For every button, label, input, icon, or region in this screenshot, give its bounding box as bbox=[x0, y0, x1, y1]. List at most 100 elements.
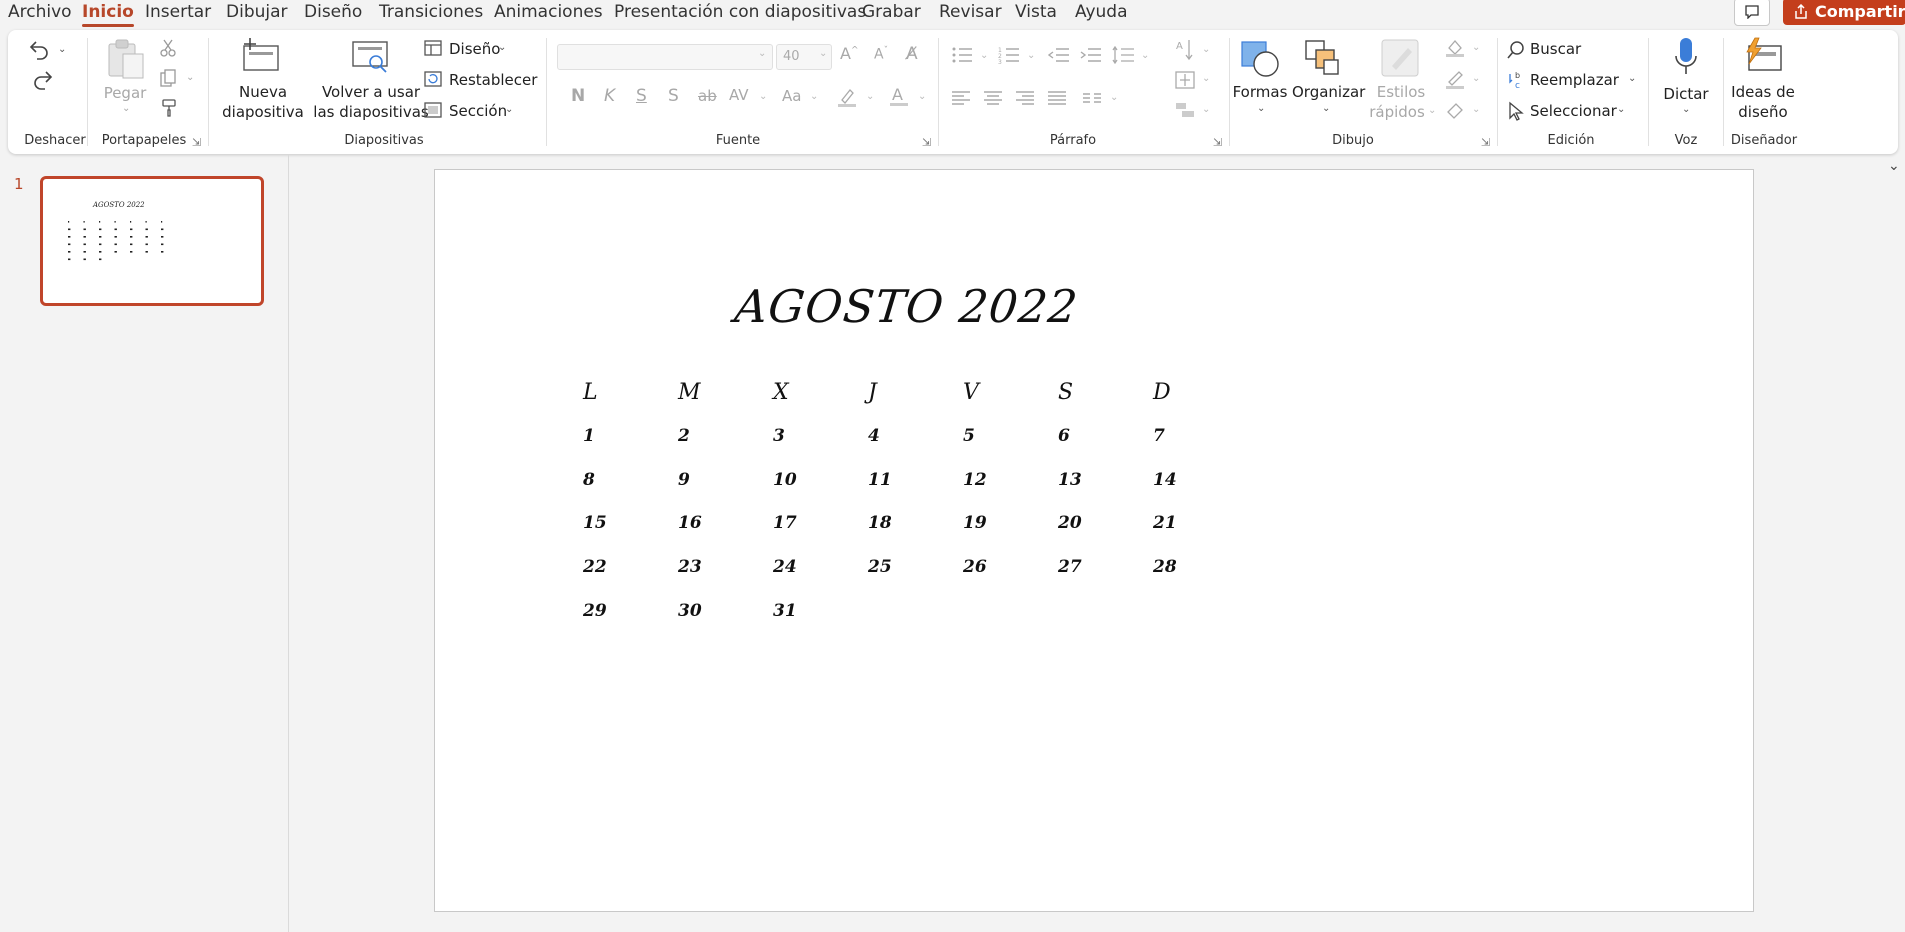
shadow-button[interactable]: S bbox=[668, 86, 679, 106]
bullets-dropdown-icon[interactable]: ⌄ bbox=[980, 50, 988, 61]
slide-canvas[interactable]: AGOSTO 2022 L M X J V S D 1 2 3 4 5 6 7 8 9 10 11 12 13 14 15… bbox=[434, 169, 1754, 912]
find-button[interactable]: Buscar bbox=[1530, 40, 1581, 58]
text-direction-icon[interactable]: A bbox=[1174, 38, 1196, 62]
layout-button[interactable]: Diseño bbox=[449, 40, 500, 58]
section-button[interactable]: Sección bbox=[449, 102, 507, 120]
font-name-dropdown-icon[interactable]: ⌄ bbox=[758, 48, 766, 59]
spacing-dropdown-icon[interactable]: ⌄ bbox=[759, 91, 767, 102]
align-text-icon[interactable] bbox=[1174, 70, 1196, 90]
highlight-dropdown-icon[interactable]: ⌄ bbox=[866, 91, 874, 102]
justify-icon[interactable] bbox=[1047, 90, 1067, 106]
highlight-icon[interactable] bbox=[836, 86, 858, 108]
decrease-indent-icon[interactable] bbox=[1048, 46, 1070, 64]
replace-button[interactable]: Reemplazar bbox=[1530, 71, 1619, 89]
align-center-icon[interactable] bbox=[983, 90, 1003, 106]
increase-indent-icon[interactable] bbox=[1080, 46, 1102, 64]
undo-dropdown-icon[interactable]: ⌄ bbox=[58, 44, 66, 55]
font-name-select[interactable] bbox=[557, 44, 773, 70]
slide-title[interactable]: AGOSTO 2022 bbox=[732, 280, 1080, 333]
new-slide-icon[interactable] bbox=[240, 36, 282, 72]
quick-styles-label-1[interactable]: Estilos bbox=[1368, 82, 1434, 102]
drawing-launcher-icon[interactable]: ⇲ bbox=[1481, 136, 1490, 149]
design-ideas-icon[interactable] bbox=[1741, 36, 1785, 76]
new-slide-label-2[interactable]: diapositiva bbox=[218, 102, 308, 122]
strikethrough-button[interactable]: ab bbox=[698, 87, 717, 105]
slide-thumbnail[interactable]: AGOSTO 2022 bbox=[40, 176, 264, 306]
select-cursor-icon[interactable] bbox=[1506, 101, 1526, 121]
case-dropdown-icon[interactable]: ⌄ bbox=[810, 91, 818, 102]
section-dropdown-icon[interactable]: ⌄ bbox=[505, 104, 513, 115]
italic-button[interactable]: K bbox=[604, 86, 615, 106]
align-text-dropdown-icon[interactable]: ⌄ bbox=[1202, 73, 1210, 84]
layout-icon[interactable] bbox=[424, 40, 442, 56]
bullets-icon[interactable] bbox=[951, 46, 973, 64]
dictate-label[interactable]: Dictar bbox=[1658, 84, 1714, 104]
shapes-label[interactable]: Formas bbox=[1230, 82, 1290, 102]
line-spacing-icon[interactable] bbox=[1112, 46, 1134, 64]
quick-styles-dropdown-icon[interactable]: ⌄ bbox=[1428, 105, 1436, 116]
font-color-icon[interactable]: A bbox=[888, 84, 910, 108]
shape-outline-icon[interactable] bbox=[1444, 70, 1466, 90]
copy-icon[interactable] bbox=[158, 68, 178, 88]
shapes-icon[interactable] bbox=[1238, 38, 1282, 78]
shape-effects-icon[interactable] bbox=[1444, 100, 1466, 120]
replace-icon[interactable]: bc bbox=[1506, 70, 1526, 90]
tab-revisar[interactable]: Revisar bbox=[939, 2, 1002, 22]
tab-archivo[interactable]: Archivo bbox=[8, 2, 72, 22]
select-dropdown-icon[interactable]: ⌄ bbox=[1617, 104, 1625, 115]
share-button[interactable]: Compartir bbox=[1783, 0, 1905, 25]
grow-font-icon[interactable]: A^ bbox=[840, 44, 859, 63]
columns-icon[interactable] bbox=[1082, 90, 1102, 106]
change-case-button[interactable]: Aa bbox=[782, 87, 801, 105]
microphone-icon[interactable] bbox=[1672, 36, 1700, 78]
quick-styles-icon[interactable] bbox=[1378, 38, 1422, 78]
reuse-slides-label-2[interactable]: las diapositivas bbox=[313, 102, 429, 122]
paragraph-launcher-icon[interactable]: ⇲ bbox=[1213, 136, 1222, 149]
reuse-slides-icon[interactable] bbox=[350, 38, 392, 74]
redo-icon[interactable] bbox=[28, 68, 54, 90]
align-left-icon[interactable] bbox=[951, 90, 971, 106]
layout-dropdown-icon[interactable]: ⌄ bbox=[498, 42, 506, 53]
section-icon[interactable] bbox=[424, 102, 442, 118]
tab-grabar[interactable]: Grabar bbox=[862, 2, 921, 22]
select-button[interactable]: Seleccionar bbox=[1530, 102, 1617, 120]
bold-button[interactable]: N bbox=[571, 86, 585, 106]
font-launcher-icon[interactable]: ⇲ bbox=[922, 136, 931, 149]
quick-styles-label-2[interactable]: rápidos bbox=[1364, 102, 1430, 122]
text-direction-dropdown-icon[interactable]: ⌄ bbox=[1202, 44, 1210, 55]
tab-animaciones[interactable]: Animaciones bbox=[494, 2, 603, 22]
tab-vista[interactable]: Vista bbox=[1015, 2, 1057, 22]
align-right-icon[interactable] bbox=[1015, 90, 1035, 106]
tab-transiciones[interactable]: Transiciones bbox=[379, 2, 483, 22]
numbering-dropdown-icon[interactable]: ⌄ bbox=[1027, 50, 1035, 61]
line-spacing-dropdown-icon[interactable]: ⌄ bbox=[1141, 50, 1149, 61]
character-spacing-button[interactable]: AV bbox=[729, 86, 749, 104]
design-ideas-label-1[interactable]: Ideas de bbox=[1730, 82, 1796, 102]
replace-dropdown-icon[interactable]: ⌄ bbox=[1628, 73, 1636, 84]
cut-icon[interactable] bbox=[158, 38, 178, 58]
columns-dropdown-icon[interactable]: ⌄ bbox=[1110, 92, 1118, 103]
comments-button[interactable] bbox=[1734, 0, 1770, 26]
font-color-dropdown-icon[interactable]: ⌄ bbox=[918, 91, 926, 102]
arrange-label[interactable]: Organizar bbox=[1292, 82, 1365, 102]
shape-outline-dropdown-icon[interactable]: ⌄ bbox=[1472, 73, 1480, 84]
search-icon[interactable] bbox=[1506, 40, 1526, 60]
format-painter-icon[interactable] bbox=[159, 98, 179, 118]
font-size-dropdown-icon[interactable]: ⌄ bbox=[819, 48, 827, 59]
tab-diseno[interactable]: Diseño bbox=[304, 2, 362, 22]
shrink-font-icon[interactable]: Aˇ bbox=[874, 46, 888, 63]
tab-dibujar[interactable]: Dibujar bbox=[226, 2, 288, 22]
undo-icon[interactable] bbox=[28, 38, 54, 60]
copy-dropdown-icon[interactable]: ⌄ bbox=[186, 72, 194, 83]
smartart-icon[interactable] bbox=[1174, 100, 1196, 120]
paste-dropdown-icon[interactable]: ⌄ bbox=[122, 103, 130, 114]
shape-fill-icon[interactable] bbox=[1444, 38, 1466, 58]
new-slide-label-1[interactable]: Nueva bbox=[218, 82, 308, 102]
paste-label[interactable]: Pegar bbox=[101, 83, 149, 103]
underline-button[interactable]: S bbox=[636, 86, 647, 106]
shape-effects-dropdown-icon[interactable]: ⌄ bbox=[1472, 104, 1480, 115]
shapes-dropdown-icon[interactable]: ⌄ bbox=[1257, 103, 1265, 114]
paste-icon[interactable] bbox=[103, 38, 149, 80]
reuse-slides-label-1[interactable]: Volver a usar bbox=[313, 82, 429, 102]
ribbon-collapse-icon[interactable]: ⌄ bbox=[1888, 158, 1900, 174]
